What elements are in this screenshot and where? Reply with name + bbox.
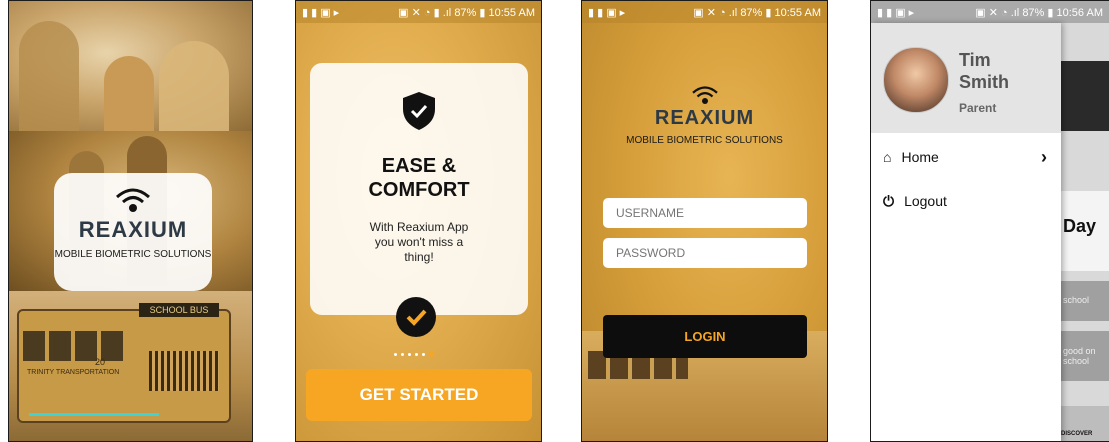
wifi-icon xyxy=(691,86,718,104)
status-icons-left: ▮ ▮ ▣ ▸ xyxy=(877,6,915,19)
status-icons-left: ▮ ▮ ▣ ▸ xyxy=(302,6,340,19)
status-time: 10:56 AM xyxy=(1056,6,1103,19)
feature-title: EASE & COMFORT xyxy=(368,155,470,201)
logo-card: REAXIUM MOBILE BIOMETRIC SOLUTIONS xyxy=(54,173,212,291)
status-time: 10:55 AM xyxy=(774,6,821,19)
password-field[interactable] xyxy=(603,238,807,268)
bus-grille xyxy=(149,351,219,391)
login-screen: ▮ ▮ ▣ ▸ ▣ ✕ ◔ .ıl 87% ▮ 10:55 AM REAXIUM… xyxy=(581,0,828,442)
status-icons-right: ▣ ✕ ◔ .ıl xyxy=(693,6,741,19)
user-name: Tim Smith xyxy=(959,49,1009,93)
onboarding-screen: ▮ ▮ ▣ ▸ ▣ ✕ ◔ ▮ .ıl 87% ▮ 10:55 AM EASE … xyxy=(295,0,542,442)
status-icons-left: ▮ ▮ ▣ ▸ xyxy=(588,6,626,19)
check-circle-icon xyxy=(396,297,436,337)
login-logo: REAXIUM MOBILE BIOMETRIC SOLUTIONS xyxy=(582,83,827,146)
bus-windows xyxy=(23,331,123,361)
brand-name: REAXIUM xyxy=(654,107,755,129)
bus-side-text: TRINITY TRANSPORTATION xyxy=(27,369,120,376)
user-first-name: Tim xyxy=(959,50,991,70)
page-indicator xyxy=(394,352,434,357)
bus-number: 20 xyxy=(95,357,106,367)
user-role: Parent xyxy=(959,101,997,115)
status-bar: ▮ ▮ ▣ ▸ ▣ ✕ ◔ .ıl 87% ▮ 10:56 AM xyxy=(871,1,1109,23)
behind-day-text: Day xyxy=(1063,216,1097,236)
battery-level: 87% xyxy=(740,6,763,19)
shield-check-icon xyxy=(403,92,435,130)
user-last-name: Smith xyxy=(959,72,1010,92)
wifi-icon xyxy=(116,188,150,212)
status-time: 10:55 AM xyxy=(488,6,535,19)
login-button[interactable]: LOGIN xyxy=(603,315,807,358)
brand-tagline: MOBILE BIOMETRIC SOLUTIONS xyxy=(54,249,212,260)
status-bar: ▮ ▮ ▣ ▸ ▣ ✕ ◔ ▮ .ıl 87% ▮ 10:55 AM xyxy=(296,1,541,23)
behind-tab-label: DISCOVER xyxy=(1061,431,1093,437)
splash-screen: SCHOOL BUS TRINITY TRANSPORTATION 20 REA… xyxy=(8,0,253,442)
menu-item-logout[interactable]: ⏻ Logout xyxy=(871,181,1061,221)
menu-item-label: Home xyxy=(901,149,939,165)
get-started-button[interactable]: GET STARTED xyxy=(306,369,532,421)
drawer-screen: Day school good on school DISCOVER ▮ ▮ ▣… xyxy=(870,0,1109,442)
feature-body: With Reaxium App you won't miss a thing! xyxy=(369,220,469,264)
loading-bar xyxy=(29,413,159,416)
classroom-photo xyxy=(9,1,252,131)
avatar[interactable] xyxy=(883,47,949,113)
background-content: Day school good on school DISCOVER xyxy=(1061,1,1109,441)
status-bar: ▮ ▮ ▣ ▸ ▣ ✕ ◔ .ıl 87% ▮ 10:55 AM xyxy=(582,1,827,23)
brand-name: REAXIUM xyxy=(78,217,188,242)
brand-tagline: MOBILE BIOMETRIC SOLUTIONS xyxy=(626,135,783,146)
menu-item-home[interactable]: ⌂ Home › xyxy=(871,137,1061,177)
nav-drawer: Tim Smith Parent ⌂ Home › ⏻ Logout xyxy=(871,23,1061,441)
status-icons-right: ▣ ✕ ◔ .ıl xyxy=(975,6,1023,19)
battery-level: 87% xyxy=(454,6,477,19)
battery-level: 87% xyxy=(1022,6,1045,19)
home-icon: ⌂ xyxy=(883,149,892,165)
feature-card: EASE & COMFORT With Reaxium App you won'… xyxy=(310,63,528,315)
behind-good-text: good on school xyxy=(1063,346,1096,366)
drawer-header: Tim Smith Parent xyxy=(871,23,1061,133)
chevron-right-icon: › xyxy=(1041,146,1047,167)
menu-item-label: Logout xyxy=(904,193,947,209)
bus-sign: SCHOOL BUS xyxy=(139,303,219,317)
username-field[interactable] xyxy=(603,198,807,228)
bus-photo: SCHOOL BUS TRINITY TRANSPORTATION 20 xyxy=(9,291,252,441)
behind-school-text: school xyxy=(1063,295,1090,305)
power-icon: ⏻ xyxy=(883,192,895,209)
status-icons-right: ▣ ✕ ◔ ▮ .ıl xyxy=(398,6,455,19)
